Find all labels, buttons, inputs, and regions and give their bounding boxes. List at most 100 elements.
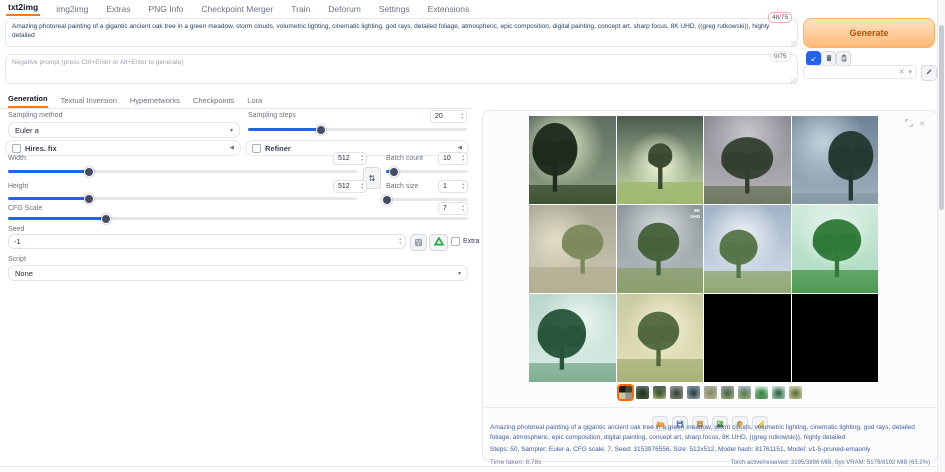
- generated-image[interactable]: [704, 205, 791, 293]
- random-seed-button[interactable]: [410, 234, 427, 251]
- tab-extension[interactable]: Deforum: [326, 1, 363, 16]
- hires-fix-accordion[interactable]: Hires. fix ◀: [5, 140, 241, 156]
- trash-icon: [825, 54, 833, 64]
- swap-icon: ⇅: [368, 173, 376, 183]
- batch-size-input[interactable]: 1 ▲ ▼: [438, 180, 468, 193]
- tab-train[interactable]: Train: [289, 1, 312, 16]
- apply-styles-button[interactable]: [836, 51, 851, 66]
- empty-grid-cell[interactable]: [791, 294, 878, 382]
- tab-hypernetworks[interactable]: Hypernetworks: [130, 96, 180, 108]
- refiner-checkbox[interactable]: [252, 143, 261, 153]
- empty-grid-cell[interactable]: [704, 294, 791, 382]
- thumbnail-image[interactable]: [652, 386, 666, 399]
- thumbnail-image[interactable]: [669, 386, 683, 399]
- chevron-down-icon: ▾: [908, 69, 912, 76]
- stepper-icon[interactable]: ▲ ▼: [462, 154, 465, 162]
- batch-size-slider[interactable]: [382, 195, 468, 205]
- generated-image[interactable]: [791, 205, 878, 293]
- width-input[interactable]: 512 ▲ ▼: [333, 152, 367, 165]
- generate-button[interactable]: Generate: [803, 18, 935, 48]
- hires-fix-checkbox[interactable]: [12, 143, 21, 153]
- footer-divider: [0, 466, 945, 467]
- page-scrollbar[interactable]: [937, 0, 945, 472]
- styles-dropdown[interactable]: ✕ ▾: [803, 65, 917, 79]
- sampling-method-dropdown[interactable]: Euler a ▾: [8, 122, 240, 138]
- extra-seed-checkbox[interactable]: Extra: [451, 237, 479, 246]
- edit-styles-button[interactable]: [921, 65, 937, 81]
- generated-image[interactable]: [529, 116, 616, 204]
- reuse-seed-button[interactable]: [429, 234, 448, 251]
- script-dropdown[interactable]: None ▾: [8, 265, 468, 281]
- scrollbar-thumb[interactable]: [939, 25, 944, 210]
- tab-extensions[interactable]: Extensions: [426, 1, 472, 16]
- stepper-icon[interactable]: ▲ ▼: [462, 182, 465, 190]
- generation-info: Amazing photoreal painting of a gigantic…: [490, 423, 930, 466]
- info-prompt-text: Amazing photoreal painting of a gigantic…: [490, 424, 915, 441]
- checkbox-icon: [451, 237, 460, 246]
- prompt-resize-handle[interactable]: [791, 41, 797, 47]
- tab-checkpoint-merger[interactable]: Checkpoint Merger: [199, 1, 275, 16]
- generated-image[interactable]: [529, 205, 616, 293]
- width-slider[interactable]: [8, 167, 357, 177]
- negative-resize-handle[interactable]: [791, 78, 797, 84]
- thumbnail-image[interactable]: [771, 386, 785, 399]
- sampling-steps-slider[interactable]: [248, 125, 467, 135]
- dice-icon: [414, 234, 423, 252]
- thumbnail-image[interactable]: [788, 386, 802, 399]
- height-input[interactable]: 512 ▲ ▼: [333, 180, 367, 193]
- gallery-thumbnails: [483, 384, 937, 401]
- height-slider[interactable]: [8, 194, 357, 204]
- thumbnail-image[interactable]: [737, 386, 751, 399]
- clear-prompt-button[interactable]: [821, 51, 836, 66]
- stepper-icon[interactable]: ▲ ▼: [399, 237, 402, 245]
- cfg-scale-input[interactable]: 7 ▲ ▼: [438, 202, 468, 215]
- generated-image[interactable]: [704, 116, 791, 204]
- thumbnail-image[interactable]: [720, 386, 734, 399]
- stepper-icon[interactable]: ▲ ▼: [461, 112, 464, 120]
- sampling-steps-label: Sampling steps: [248, 112, 296, 119]
- thumbnail-image[interactable]: [703, 386, 717, 399]
- generated-image[interactable]: [616, 294, 703, 382]
- seed-input[interactable]: -1 ▲ ▼: [8, 234, 406, 249]
- close-icon[interactable]: ✕: [919, 120, 925, 128]
- negative-token-counter: 0/75: [770, 51, 791, 62]
- info-params-text: Steps: 50, Sampler: Euler a, CFG scale: …: [490, 445, 871, 453]
- batch-count-input[interactable]: 10 ▲ ▼: [438, 152, 468, 165]
- expand-icon[interactable]: [905, 119, 913, 129]
- tab-lora[interactable]: Lora: [247, 96, 262, 108]
- thumbnail-image[interactable]: [754, 386, 768, 399]
- gallery-controls: ✕: [905, 119, 925, 129]
- thumbnail-image[interactable]: [686, 386, 700, 399]
- stepper-icon[interactable]: ▲ ▼: [361, 182, 364, 190]
- extra-networks-tab-bar: Generation Textual Inversion Hypernetwor…: [8, 94, 262, 108]
- tab-png-info[interactable]: PNG Info: [146, 1, 185, 16]
- clear-styles-icon[interactable]: ✕: [899, 68, 905, 76]
- tab-img2img[interactable]: img2img: [54, 1, 90, 16]
- sampling-steps-input[interactable]: 20 ▲ ▼: [430, 110, 467, 123]
- tab-checkpoints[interactable]: Checkpoints: [193, 96, 234, 108]
- generated-image[interactable]: [791, 116, 878, 204]
- tab-extras[interactable]: Extras: [104, 1, 132, 16]
- height-label: Height: [8, 183, 29, 190]
- generated-image[interactable]: [616, 116, 703, 204]
- stepper-icon[interactable]: ▲ ▼: [462, 204, 465, 212]
- thumbnail-grid[interactable]: [616, 384, 634, 401]
- negative-prompt-input[interactable]: [5, 54, 798, 84]
- tab-txt2img[interactable]: txt2img: [6, 0, 41, 16]
- thumbnail-image[interactable]: [635, 386, 649, 399]
- clipboard-icon: [840, 54, 848, 64]
- tab-textual-inversion[interactable]: Textual Inversion: [61, 96, 117, 108]
- stable-diffusion-webui: txt2img img2img Extras PNG Info Checkpoi…: [0, 0, 945, 472]
- recycle-icon: [433, 234, 444, 252]
- generated-image[interactable]: 8K UHD: [616, 205, 703, 293]
- batch-size-label: Batch size: [386, 183, 419, 190]
- tab-settings[interactable]: Settings: [377, 1, 412, 16]
- generated-image[interactable]: [529, 294, 616, 382]
- result-image-grid[interactable]: 8K UHD: [529, 116, 878, 382]
- batch-count-slider[interactable]: [386, 167, 468, 177]
- cfg-scale-slider[interactable]: [8, 214, 468, 224]
- prompt-input[interactable]: Amazing photoreal painting of a gigantic…: [5, 18, 798, 47]
- paste-generation-params-button[interactable]: ↙: [806, 51, 821, 66]
- stepper-icon[interactable]: ▲ ▼: [361, 154, 364, 162]
- tab-generation[interactable]: Generation: [8, 94, 48, 108]
